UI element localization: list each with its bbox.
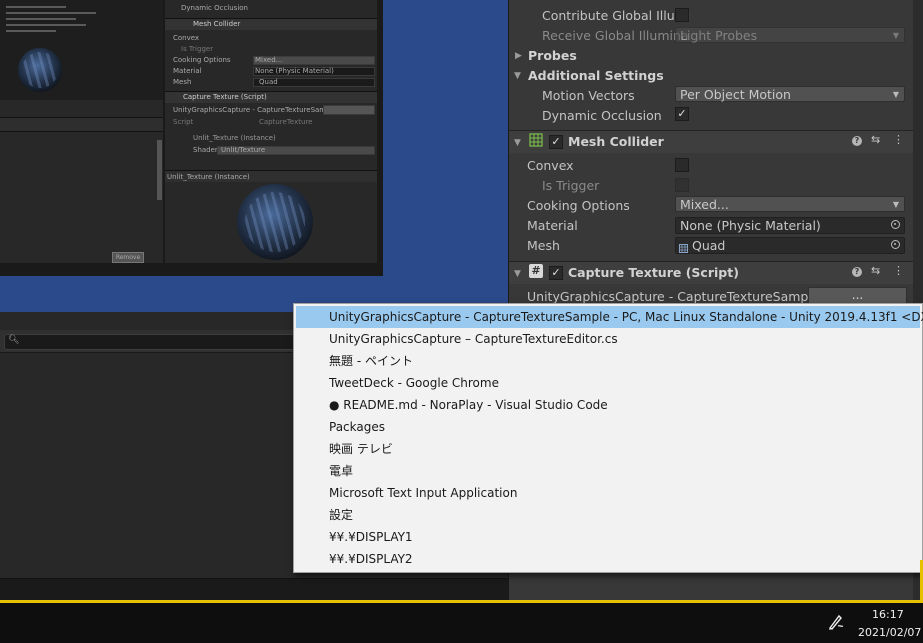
mini-source-button [323, 105, 375, 115]
mini-sphere-preview [237, 184, 313, 260]
capture-source-label: UnityGraphicsCapture - CaptureTextureSam… [527, 289, 829, 304]
mini-convex-label: Convex [173, 34, 200, 42]
mini-is-trigger-label: Is Trigger [181, 45, 214, 53]
help-icon[interactable]: ? [852, 136, 862, 146]
mesh-field[interactable]: Quad [675, 237, 905, 254]
motion-vectors-dropdown[interactable]: Per Object Motion ▼ [675, 86, 905, 102]
mini-material-label: Material [173, 67, 202, 75]
mini-shader-label: Shader [193, 146, 218, 154]
menu-item[interactable]: 無題 - ペイント [296, 350, 920, 372]
receive-gi-dropdown[interactable]: Light Probes ▼ [675, 27, 905, 43]
help-icon[interactable]: ? [852, 267, 862, 277]
is-trigger-checkbox[interactable] [675, 178, 689, 192]
convex-label: Convex [527, 158, 574, 173]
menu-item[interactable]: ● README.md - NoraPlay - Visual Studio C… [296, 394, 920, 416]
material-label: Material [527, 218, 578, 233]
menu-item[interactable]: TweetDeck - Google Chrome [296, 372, 920, 394]
chevron-right-icon[interactable]: ▶ [515, 51, 522, 61]
clock-date[interactable]: 2021/02/07 [858, 626, 921, 639]
mini-scrollbar [157, 140, 162, 200]
mini-dynamic-occlusion-label: Dynamic Occlusion [181, 4, 248, 12]
mini-material-instance-title: Unlit_Texture (Instance) [193, 134, 276, 142]
mini-script-label: Script [173, 118, 194, 126]
clock-time[interactable]: 16:17 [872, 608, 904, 621]
chevron-down-icon[interactable]: ▼ [514, 71, 521, 81]
contribute-gi-label: Contribute Global Illumi [542, 8, 691, 23]
script-icon: # [529, 264, 543, 278]
dynamic-occlusion-checkbox[interactable]: ✓ [675, 107, 689, 121]
mesh-icon [679, 241, 688, 253]
chevron-down-icon: ▼ [892, 200, 899, 209]
mini-preview-label: Unlit_Texture (Instance) [167, 173, 250, 181]
chevron-down-icon[interactable]: ▼ [514, 138, 521, 148]
menu-item[interactable]: UnityGraphicsCapture - CaptureTextureSam… [296, 306, 923, 328]
preset-icon[interactable]: ⇆ [871, 133, 880, 146]
captured-window-preview: Remove Dynamic Occlusion Mesh Collider C… [0, 0, 383, 276]
cooking-options-value: Mixed... [680, 197, 729, 212]
material-value: None (Physic Material) [680, 218, 821, 233]
menu-item[interactable]: Packages [296, 416, 920, 438]
capture-texture-title: Capture Texture (Script) [568, 265, 739, 280]
mini-material-value: None (Physic Material) [255, 67, 334, 75]
menu-item[interactable]: 電卓 [296, 460, 920, 482]
cooking-options-label: Cooking Options [527, 198, 630, 213]
material-field[interactable]: None (Physic Material) [675, 217, 905, 234]
motion-vectors-label: Motion Vectors [542, 88, 635, 103]
mini-mesh-label: Mesh [173, 78, 192, 86]
mesh-collider-icon [529, 133, 543, 147]
menu-item[interactable]: ¥¥.¥DISPLAY2 [296, 548, 920, 570]
menu-item[interactable]: UnityGraphicsCapture – CaptureTextureEdi… [296, 328, 920, 350]
mini-shader-value: Unlit/Texture [221, 146, 266, 154]
mini-bottom-bar [0, 263, 383, 276]
search-icon: 🔍︎ [8, 335, 20, 345]
mini-project-panel [0, 0, 163, 100]
object-picker-icon[interactable] [891, 240, 900, 249]
mini-sphere-small [18, 48, 62, 92]
preset-icon[interactable]: ⇆ [871, 264, 880, 277]
mini-remove-button: Remove [112, 252, 144, 263]
chevron-down-icon: ▼ [892, 31, 899, 40]
menu-icon[interactable]: ⋮ [893, 264, 904, 277]
taskbar [0, 603, 923, 643]
console-footer [0, 578, 508, 601]
menu-item[interactable]: 映画 テレビ [296, 438, 920, 460]
receive-gi-value: Light Probes [680, 28, 758, 43]
window-select-menu: UnityGraphicsCapture - CaptureTextureSam… [293, 303, 923, 573]
mini-cooking-value: Mixed... [255, 56, 283, 64]
mesh-value: Quad [692, 238, 726, 253]
mini-mesh-collider-title: Mesh Collider [193, 20, 241, 28]
convex-checkbox[interactable] [675, 158, 689, 172]
cooking-options-dropdown[interactable]: Mixed... ▼ [675, 196, 905, 212]
additional-settings-foldout[interactable]: Additional Settings [528, 68, 664, 83]
mini-toolbar-strip [0, 117, 163, 132]
motion-vectors-value: Per Object Motion [680, 87, 791, 102]
mesh-collider-title: Mesh Collider [568, 134, 664, 149]
mini-mesh-value: Quad [259, 78, 278, 86]
is-trigger-label: Is Trigger [542, 178, 600, 193]
menu-icon[interactable]: ⋮ [893, 133, 904, 146]
mesh-label: Mesh [527, 238, 560, 253]
chevron-down-icon: ▼ [892, 90, 899, 99]
mini-capture-title: Capture Texture (Script) [183, 93, 267, 101]
contribute-gi-checkbox[interactable] [675, 8, 689, 22]
object-picker-icon[interactable] [891, 220, 900, 229]
chevron-down-icon[interactable]: ▼ [514, 269, 521, 279]
mesh-collider-enabled-checkbox[interactable]: ✓ [549, 135, 563, 149]
menu-item[interactable]: 設定 [296, 504, 920, 526]
mini-script-value: CaptureTexture [259, 118, 313, 126]
mini-inspector: Dynamic Occlusion Mesh Collider Convex I… [165, 0, 377, 263]
receive-gi-label: Receive Global Illumina [542, 28, 689, 43]
capture-texture-enabled-checkbox[interactable]: ✓ [549, 266, 563, 280]
menu-item[interactable]: ¥¥.¥DISPLAY1 [296, 526, 920, 548]
probes-foldout[interactable]: Probes [528, 48, 577, 63]
mini-cooking-label: Cooking Options [173, 56, 231, 64]
mini-source-text: UnityGraphicsCapture - CaptureTextureSam… [173, 106, 342, 114]
menu-item[interactable]: Microsoft Text Input Application [296, 482, 920, 504]
pen-icon[interactable] [826, 612, 846, 632]
dynamic-occlusion-label: Dynamic Occlusion [542, 108, 662, 123]
